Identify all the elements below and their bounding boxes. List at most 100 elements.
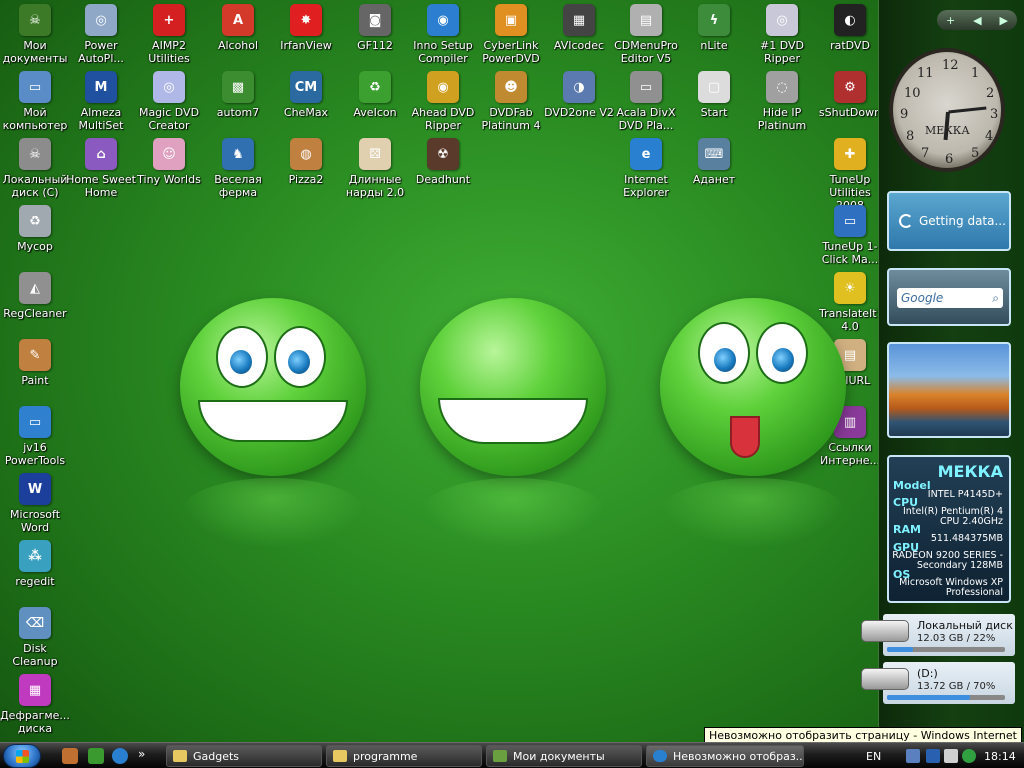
taskbar-task-programme[interactable]: programme	[326, 745, 482, 767]
desktop-icon[interactable]: ⌫ Disk Cleanup	[0, 605, 70, 668]
search-icon[interactable]: ⌕	[992, 291, 999, 306]
desktop-icon[interactable]: ▦ AVIcodec	[544, 2, 614, 52]
app-icon: ◭	[19, 272, 51, 304]
desktop-icon[interactable]: ✸ IrfanView	[271, 2, 341, 52]
desktop-icon[interactable]: ◭ RegCleaner	[0, 270, 70, 320]
clock-time[interactable]: 18:14	[984, 743, 1016, 768]
desktop-icon[interactable]: ☻ DVDFab Platinum 4	[476, 69, 546, 132]
desktop-icon[interactable]: ◎ Power AutoPl...	[66, 2, 136, 65]
desktop-icon[interactable]: ◍ Pizza2	[271, 136, 341, 186]
desktop-icon-label: IrfanView	[280, 39, 332, 52]
desktop-icon[interactable]: ◐ ratDVD	[815, 2, 885, 52]
quick-launch-app-icon[interactable]	[62, 748, 78, 764]
previous-gadgets-button[interactable]: ◀	[973, 14, 981, 27]
app-icon: ▭	[19, 406, 51, 438]
clock-gadget[interactable]: 12 1 2 3 4 5 6 7 8 9 10 11 МЕККА	[889, 48, 1005, 172]
model-value: INTEL P4145D+	[927, 489, 1003, 500]
drive-usage-bar	[887, 695, 1005, 700]
tray-network-icon[interactable]	[906, 749, 920, 763]
ram-label: RAM	[893, 523, 921, 536]
drive-usage-fill	[887, 647, 913, 652]
app-icon: ⌨	[698, 138, 730, 170]
start-button[interactable]	[3, 744, 41, 768]
desktop-icon[interactable]: ◙ GF112	[340, 2, 410, 52]
tray-app-icon[interactable]	[926, 749, 940, 763]
next-gadgets-button[interactable]: ▶	[1000, 14, 1008, 27]
desktop-icon[interactable]: ⌨ Аданет	[679, 136, 749, 186]
add-gadget-button[interactable]: +	[946, 14, 955, 27]
desktop-icon[interactable]: ☀ TranslateIt! 4.0	[815, 270, 885, 333]
desktop-icon[interactable]: ✎ Paint	[0, 337, 70, 387]
app-icon: W	[19, 473, 51, 505]
drive-gadget-d[interactable]: (D:) 13.72 GB / 70%	[861, 662, 1015, 704]
desktop-icon[interactable]: ⚙ sShutDown	[815, 69, 885, 119]
desktop-icon[interactable]: ▣ CyberLink PowerDVD	[476, 2, 546, 65]
desktop-icon[interactable]: ◌ Hide IP Platinum	[747, 69, 817, 132]
desktop-icon[interactable]: ☺ Tiny Worlds	[134, 136, 204, 186]
clock-number-9: 9	[900, 107, 909, 122]
hard-drive-icon	[861, 620, 909, 642]
ie-icon	[653, 750, 667, 762]
desktop-icon-label: Длинные нарды 2.0	[345, 173, 405, 199]
desktop-icon-label: #1 DVD Ripper	[760, 39, 804, 65]
taskbar-task-gadgets[interactable]: Gadgets	[166, 745, 322, 767]
taskbar-task-internet-explorer[interactable]: Невозможно отобраз...	[646, 745, 804, 767]
clock-number-10: 10	[904, 86, 921, 101]
clock-number-1: 1	[971, 66, 980, 81]
weather-gadget[interactable]: Getting data...	[887, 191, 1011, 251]
clock-number-5: 5	[971, 146, 980, 161]
desktop-icon[interactable]: ◎ #1 DVD Ripper	[747, 2, 817, 65]
desktop-icon[interactable]: + AIMP2 Utilities	[134, 2, 204, 65]
desktop-icon[interactable]: ◑ DVD2one V2	[544, 69, 614, 119]
wallpaper-reflection	[420, 478, 606, 548]
desktop-icon[interactable]: ♻ AveIcon	[340, 69, 410, 119]
app-icon: ▭	[19, 71, 51, 103]
desktop-icon[interactable]: ♻ Мусор	[0, 203, 70, 253]
wallpaper-smiley-middle	[420, 298, 606, 476]
desktop-icon[interactable]: ☠ Мои документы	[0, 2, 70, 65]
desktop-icon[interactable]: M Almeza MultiSet	[66, 69, 136, 132]
drive-name: Локальный диск (C	[917, 619, 1013, 632]
desktop-icon[interactable]: ▭ Acala DivX DVD Pla...	[611, 69, 681, 132]
desktop-icon[interactable]: ϟ nLite	[679, 2, 749, 52]
desktop-icon[interactable]: CM CheMax	[271, 69, 341, 119]
desktop-icon-label: Almeza MultiSet	[78, 106, 124, 132]
desktop-icon[interactable]: ♞ Веселая ферма	[203, 136, 273, 199]
tray-security-icon[interactable]	[962, 749, 976, 763]
desktop-icon[interactable]: ▩ autom7	[203, 69, 273, 119]
quick-launch-overflow-button[interactable]: »	[138, 747, 145, 761]
desktop-icon-label: Локальный диск (C)	[2, 173, 68, 199]
app-icon: ✎	[19, 339, 51, 371]
desktop-icon[interactable]: ✚TuneUp Utilities 2008	[815, 136, 885, 212]
desktop-icon[interactable]: ▭ jv16 PowerTools	[0, 404, 70, 467]
desktop-icon[interactable]: e Internet Explorer	[611, 136, 681, 199]
desktop-icon[interactable]: ◉ Inno Setup Compiler	[408, 2, 478, 65]
desktop-icon[interactable]: A Alcohol	[203, 2, 273, 52]
app-icon: ◌	[766, 71, 798, 103]
task-label: Мои документы	[513, 749, 605, 763]
desktop-icon[interactable]: ⁂ regedit	[0, 538, 70, 588]
weather-status-text: Getting data...	[919, 214, 1006, 228]
desktop-icon[interactable]: ▢ Start	[679, 69, 749, 119]
desktop-icon[interactable]: ▭ Мой компьютер	[0, 69, 70, 132]
desktop-icon[interactable]: ▦ Дефрагме... диска	[0, 672, 70, 735]
desktop-icon[interactable]: ▭ TuneUp 1-Click Ma...	[815, 203, 885, 266]
tray-volume-icon[interactable]	[944, 749, 958, 763]
quick-launch-utorrent-icon[interactable]	[88, 748, 104, 764]
desktop-icon[interactable]: ☠ Локальный диск (C)	[0, 136, 70, 199]
taskbar-task-my-documents[interactable]: Мои документы	[486, 745, 642, 767]
google-search-input[interactable]: Google	[901, 291, 943, 305]
app-icon: ✚	[834, 138, 866, 170]
language-indicator[interactable]: EN	[866, 743, 881, 768]
desktop-icon[interactable]: ☢ Deadhunt	[408, 136, 478, 186]
desktop-icon[interactable]: ⌂ Home Sweet Home	[66, 136, 136, 199]
quick-launch-ie-icon[interactable]	[112, 748, 128, 764]
desktop-icon[interactable]: ◉ Ahead DVD Ripper	[408, 69, 478, 132]
desktop-icon[interactable]: W Microsoft Word	[0, 471, 70, 534]
slideshow-gadget[interactable]	[887, 342, 1011, 438]
desktop-icon[interactable]: ▤ CDMenuPro Editor V5	[611, 2, 681, 65]
desktop-icon[interactable]: ⚄ Длинные нарды 2.0	[340, 136, 410, 199]
drive-gadget-c[interactable]: Локальный диск (C 12.03 GB / 22%	[861, 614, 1015, 656]
google-search-box[interactable]: Google ⌕	[897, 288, 1003, 308]
desktop-icon[interactable]: ◎ Magic DVD Creator	[134, 69, 204, 132]
